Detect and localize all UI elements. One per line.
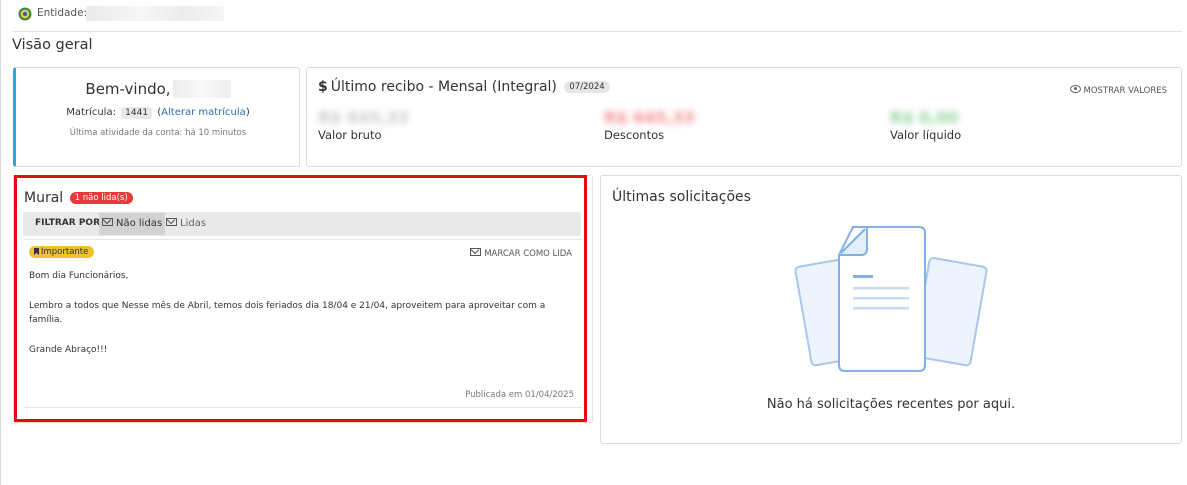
matricula-badge: 1441 [121,107,153,119]
discounts-value: R$ 645,33 Descontos [604,108,695,142]
mural-title-text: Mural [24,190,64,206]
filter-bar: FILTRAR POR Não lidas Lidas [23,212,581,236]
entity-name-redacted [86,6,224,21]
important-tag-label: Importante [41,247,89,257]
message-paragraph: Bom dia Funcionários, [29,271,129,281]
bookmark-icon [34,248,39,255]
last-activity: Última atividade da conta: há 10 minutos [69,128,247,138]
gross-value: R$ 645,33 Valor bruto [318,108,409,142]
mural-title: Mural 1 não lida(s) [24,190,133,206]
mural-card: Mural 1 não lida(s) FILTRAR POR Não lida… [13,175,593,423]
discounts-amount: R$ 645,33 [604,108,695,127]
welcome-card: Bem-vindo, Matrícula: 1441 (Alterar matr… [13,67,300,167]
empty-documents-illustration [794,226,988,372]
welcome-greeting: Bem-vindo, [16,80,300,98]
gross-value-amount: R$ 645,33 [318,108,409,127]
recent-requests-title: Últimas solicitações [612,189,751,205]
filter-label: FILTRAR POR [35,218,101,228]
divider [24,407,582,408]
mural-message-body: Bom dia Funcionários, Lembro a todos que… [29,269,569,371]
net-value-amount: R$ 0,00 [890,108,959,127]
page-title: Visão geral [12,37,93,53]
matricula-row: Matrícula: 1441 (Alterar matrícula) [66,107,250,119]
eye-icon [1069,85,1081,93]
envelope-open-icon [470,248,482,256]
show-values-label: MOSTRAR VALORES [1083,86,1167,96]
message-paragraph: Grande Abraço!!! [29,345,108,355]
gross-value-label: Valor bruto [318,128,382,142]
dollar-icon: $ [318,79,328,95]
greeting-text: Bem-vindo, [85,80,171,98]
unread-count-badge: 1 não lida(s) [69,192,133,204]
published-date: Publicada em 01/04/2025 [465,390,574,400]
net-value: R$ 0,00 Valor líquido [890,108,961,142]
user-name-redacted [172,80,231,98]
entity-bar: Entidade: [0,0,1187,30]
filter-read-button[interactable]: Lidas [163,213,209,235]
mark-as-read-label: MARCAR COMO LIDA [484,249,572,259]
divider [24,239,582,240]
discounts-label: Descontos [604,128,665,142]
filter-unread-button[interactable]: Não lidas [99,213,166,235]
empty-state-message: Não há solicitações recentes por aqui. [766,397,1016,412]
divider [12,31,1182,32]
entity-label: Entidade: [37,7,88,19]
message-paragraph: Lembro a todos que Nesse mês de Abril, t… [29,301,546,325]
recent-requests-card: Últimas solicitações Não há solicitações… [600,175,1182,444]
matricula-label: Matrícula: [66,107,116,118]
left-border [0,0,1,485]
show-values-button[interactable]: MOSTRAR VALORES [1069,85,1167,96]
mark-as-read-button[interactable]: MARCAR COMO LIDA [470,248,572,259]
envelope-icon [102,218,113,226]
receipt-title-text: Último recibo - Mensal (Integral) [330,79,557,95]
receipt-period-badge: 07/2024 [564,81,610,93]
net-value-label: Valor líquido [890,128,962,142]
envelope-open-icon [166,218,177,226]
filter-read-label: Lidas [180,218,207,229]
entity-logo-icon [18,7,32,21]
receipt-title: $ Último recibo - Mensal (Integral) 07/20… [318,79,610,95]
change-matricula-link[interactable]: Alterar matrícula [161,107,246,118]
important-tag: Importante [29,246,95,258]
filter-unread-label: Não lidas [116,218,163,229]
last-receipt-card: $ Último recibo - Mensal (Integral) 07/20… [306,67,1182,167]
